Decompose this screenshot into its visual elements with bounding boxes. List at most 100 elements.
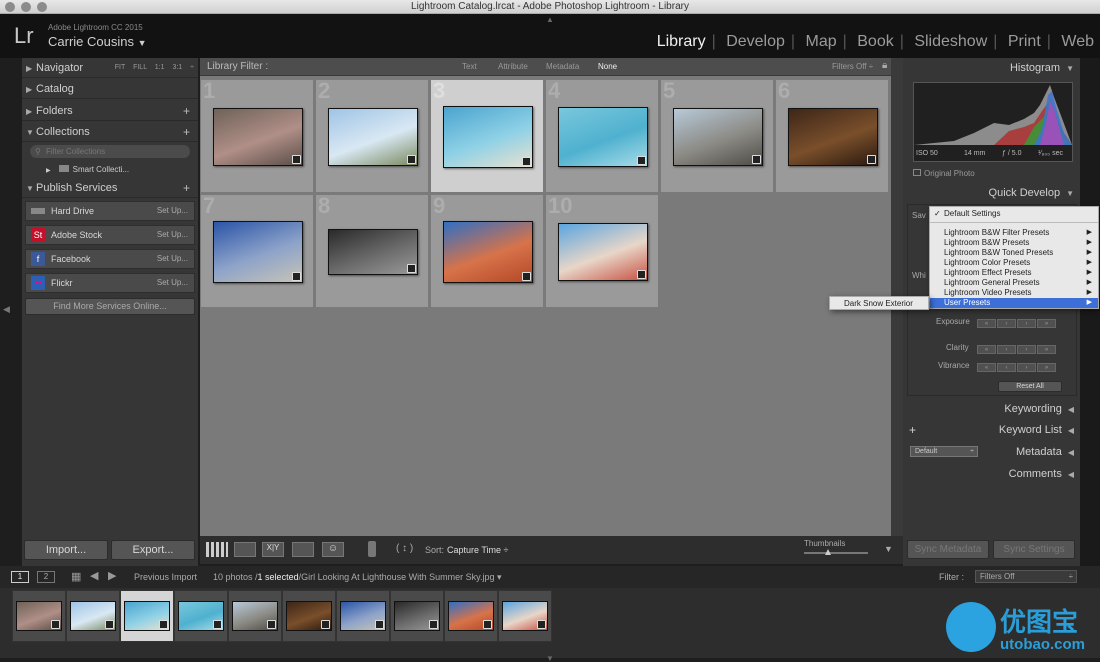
edit-badge-icon[interactable]	[292, 272, 301, 281]
service-adobe-stock[interactable]: St Adobe Stock Set Up...	[25, 225, 195, 245]
filmstrip-cell[interactable]	[282, 590, 336, 642]
preset-menu-item[interactable]: Lightroom Color Presets ▶	[930, 258, 1098, 268]
filmstrip-cell[interactable]	[336, 590, 390, 642]
photo-thumbnail[interactable]	[213, 221, 303, 283]
photo-thumbnail[interactable]	[328, 229, 418, 275]
edit-badge-icon[interactable]	[267, 620, 276, 629]
filter-metadata[interactable]: Metadata	[546, 62, 579, 71]
grid-cell[interactable]: 4	[545, 78, 659, 193]
quick-develop-header[interactable]: Quick Develop ▼	[903, 183, 1080, 203]
service-flickr[interactable]: ●● Flickr Set Up...	[25, 273, 195, 293]
edit-badge-icon[interactable]	[407, 155, 416, 164]
filmstrip-thumbnail[interactable]	[502, 601, 548, 631]
keyword-list-header[interactable]: + Keyword List ◀	[903, 420, 1080, 440]
service-hard-drive[interactable]: Hard Drive Set Up...	[25, 201, 195, 221]
find-more-services-button[interactable]: Find More Services Online...	[25, 298, 195, 315]
grid-cell[interactable]: 1	[200, 78, 314, 193]
edit-badge-icon[interactable]	[51, 620, 60, 629]
photo-thumbnail[interactable]	[328, 108, 418, 166]
grid-cell[interactable]: 2	[315, 78, 429, 193]
grid-cell[interactable]: 3	[430, 78, 544, 193]
edit-badge-icon[interactable]	[637, 270, 646, 279]
user-presets-submenu[interactable]: Dark Snow Exterior	[829, 296, 929, 310]
forward-arrow-icon[interactable]: ▶	[108, 569, 116, 582]
filters-off-select[interactable]: Filters Off ÷	[832, 62, 873, 71]
filmstrip-cell[interactable]	[498, 590, 552, 642]
grid-view-icon[interactable]	[206, 542, 228, 557]
navigator-header[interactable]: ▶ Navigator FIT FILL 1:1 3:1 ÷	[22, 58, 198, 78]
setup-link[interactable]: Set Up...	[157, 226, 188, 244]
metadata-preset-select[interactable]: Default ÷	[910, 446, 978, 457]
collections-filter-input[interactable]: ⚲ Filter Collections	[30, 145, 190, 158]
toolbar-menu-icon[interactable]: ▼	[884, 544, 893, 554]
edit-badge-icon[interactable]	[522, 272, 531, 281]
filmstrip-cell[interactable]	[174, 590, 228, 642]
clarity-buttons[interactable]: «‹ ›»	[976, 342, 1056, 354]
collections-header[interactable]: ▼ Collections +	[22, 122, 198, 142]
keywording-header[interactable]: Keywording ◀	[903, 399, 1080, 419]
compare-view-icon[interactable]: X|Y	[262, 542, 284, 557]
import-button[interactable]: Import...	[24, 540, 108, 560]
reset-all-button[interactable]: Reset All	[998, 381, 1062, 392]
preset-dark-snow-exterior[interactable]: Dark Snow Exterior	[844, 299, 913, 308]
grid-cell[interactable]: 6	[775, 78, 889, 193]
edit-badge-icon[interactable]	[321, 620, 330, 629]
preset-menu-item[interactable]: Lightroom B&W Filter Presets ▶	[930, 228, 1098, 238]
smart-collections-item[interactable]: ▶ Smart Collecti...	[46, 165, 129, 174]
filmstrip-cell[interactable]	[12, 590, 66, 642]
sort-direction-icon[interactable]: ( ↕ )	[396, 543, 413, 554]
folders-header[interactable]: ▶ Folders +	[22, 101, 198, 121]
filmstrip-cell[interactable]	[390, 590, 444, 642]
edit-badge-icon[interactable]	[752, 155, 761, 164]
filmstrip-thumbnail[interactable]	[70, 601, 116, 631]
setup-link[interactable]: Set Up...	[157, 274, 188, 292]
preset-menu-item[interactable]: User Presets ▶	[930, 298, 1098, 308]
filmstrip-thumbnail[interactable]	[16, 601, 62, 631]
filmstrip-thumbnail[interactable]	[232, 601, 278, 631]
module-slideshow[interactable]: Slideshow	[914, 33, 987, 50]
add-service-icon[interactable]: +	[183, 178, 190, 198]
navigator-zoom-options[interactable]: FIT FILL 1:1 3:1 ÷	[115, 58, 194, 78]
edit-badge-icon[interactable]	[292, 155, 301, 164]
setup-link[interactable]: Set Up...	[157, 202, 188, 220]
edit-badge-icon[interactable]	[537, 620, 546, 629]
grid-cell[interactable]: 8	[315, 193, 429, 308]
edit-badge-icon[interactable]	[637, 156, 646, 165]
photo-thumbnail[interactable]	[558, 223, 648, 281]
module-book[interactable]: Book	[857, 33, 893, 50]
grid-cell[interactable]: 7	[200, 193, 314, 308]
secondary-window-button[interactable]: 2	[37, 571, 55, 583]
preset-menu-item[interactable]: Lightroom B&W Toned Presets ▶	[930, 248, 1098, 258]
grid-cell[interactable]: 5	[660, 78, 774, 193]
preset-menu-item[interactable]: Lightroom B&W Presets ▶	[930, 238, 1098, 248]
catalog-header[interactable]: ▶ Catalog	[22, 79, 198, 99]
grid-cell[interactable]: 10	[545, 193, 659, 308]
filmstrip-cell[interactable]	[120, 590, 174, 642]
filmstrip-cell[interactable]	[228, 590, 282, 642]
filter-attribute[interactable]: Attribute	[498, 62, 528, 71]
publish-services-header[interactable]: ▼ Publish Services +	[22, 178, 198, 198]
filmstrip-thumbnail[interactable]	[394, 601, 440, 631]
filmstrip-source[interactable]: Previous Import	[134, 572, 197, 582]
grid-cell[interactable]: 9	[430, 193, 544, 308]
lock-icon[interactable]: 🔒︎	[882, 60, 887, 71]
filmstrip-thumbnail[interactable]	[448, 601, 494, 631]
preset-menu-item[interactable]: Lightroom Effect Presets ▶	[930, 268, 1098, 278]
filmstrip-thumbnail[interactable]	[124, 601, 170, 631]
add-folder-icon[interactable]: +	[183, 101, 190, 121]
filmstrip-cell[interactable]	[444, 590, 498, 642]
filmstrip-cell[interactable]	[66, 590, 120, 642]
edit-badge-icon[interactable]	[407, 264, 416, 273]
edit-badge-icon[interactable]	[159, 620, 168, 629]
service-facebook[interactable]: f Facebook Set Up...	[25, 249, 195, 269]
photo-thumbnail[interactable]	[558, 107, 648, 167]
edit-badge-icon[interactable]	[213, 620, 222, 629]
painter-icon[interactable]	[368, 541, 376, 557]
add-collection-icon[interactable]: +	[183, 122, 190, 142]
grid-icon[interactable]: ▦	[71, 570, 81, 583]
user-name[interactable]: Carrie Cousins ▼	[48, 34, 147, 49]
loupe-view-icon[interactable]	[234, 542, 256, 557]
photo-thumbnail[interactable]	[788, 108, 878, 166]
sort-select[interactable]: Capture Time ÷	[447, 545, 508, 555]
module-library[interactable]: Library	[657, 33, 706, 50]
